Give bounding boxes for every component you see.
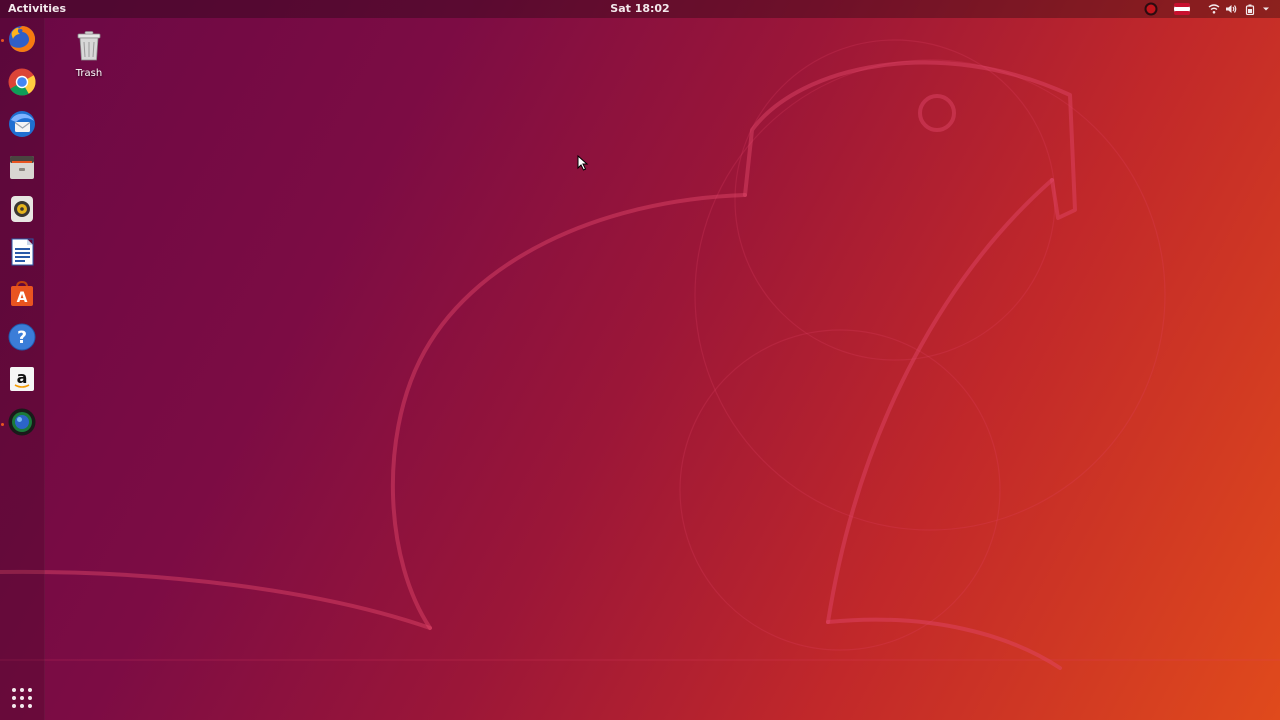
svg-text:a: a bbox=[17, 368, 28, 387]
system-menu-chevron-icon[interactable] bbox=[1261, 2, 1271, 16]
battery-icon[interactable] bbox=[1244, 2, 1258, 16]
trash-icon bbox=[77, 31, 101, 61]
ubuntu-software-icon: A bbox=[11, 280, 33, 306]
dock-item-chrome[interactable] bbox=[4, 64, 40, 100]
dock-item-libreoffice-writer[interactable] bbox=[4, 234, 40, 270]
mouse-cursor-icon bbox=[577, 155, 589, 171]
desktop[interactable]: Activities Sat 18:02 A ? a Trash bbox=[0, 0, 1280, 720]
recording-indicator-icon[interactable] bbox=[1144, 2, 1158, 16]
rhythmbox-icon bbox=[11, 196, 33, 222]
dock: A ? a bbox=[0, 18, 45, 720]
dock-item-rhythmbox[interactable] bbox=[4, 191, 40, 227]
thunderbird-icon bbox=[9, 111, 35, 137]
dock-item-firefox[interactable] bbox=[4, 21, 40, 57]
screen-recorder-icon bbox=[8, 408, 36, 436]
clock-button[interactable]: Sat 18:02 bbox=[610, 2, 669, 15]
wifi-icon[interactable] bbox=[1207, 2, 1221, 16]
clock-area: Sat 18:02 bbox=[0, 2, 1280, 16]
dock-item-screen-recorder[interactable] bbox=[4, 404, 40, 440]
top-bar: Activities Sat 18:02 bbox=[0, 0, 1280, 18]
desktop-icon-label: Trash bbox=[75, 68, 103, 79]
dock-item-thunderbird[interactable] bbox=[4, 106, 40, 142]
dock-item-amazon[interactable]: a bbox=[4, 361, 40, 397]
volume-icon[interactable] bbox=[1224, 2, 1238, 16]
dock-item-help[interactable]: ? bbox=[4, 319, 40, 355]
libreoffice-writer-icon bbox=[11, 238, 34, 266]
firefox-icon bbox=[9, 25, 36, 52]
help-icon: ? bbox=[8, 323, 36, 351]
amazon-icon: a bbox=[10, 367, 34, 391]
svg-text:A: A bbox=[17, 290, 28, 306]
desktop-trash[interactable]: Trash bbox=[64, 30, 114, 79]
dock-item-ubuntu-software[interactable]: A bbox=[4, 276, 40, 312]
wallpaper-bird-artwork bbox=[0, 39, 1280, 670]
show-applications-button[interactable] bbox=[4, 680, 40, 716]
chrome-icon bbox=[8, 68, 36, 96]
files-icon bbox=[10, 156, 34, 179]
activities-button[interactable]: Activities bbox=[8, 2, 66, 16]
dock-item-files[interactable] bbox=[4, 149, 40, 185]
show-applications-grid-icon bbox=[12, 688, 32, 708]
svg-text:?: ? bbox=[17, 328, 27, 348]
keyboard-layout-flag-icon[interactable] bbox=[1174, 2, 1190, 16]
